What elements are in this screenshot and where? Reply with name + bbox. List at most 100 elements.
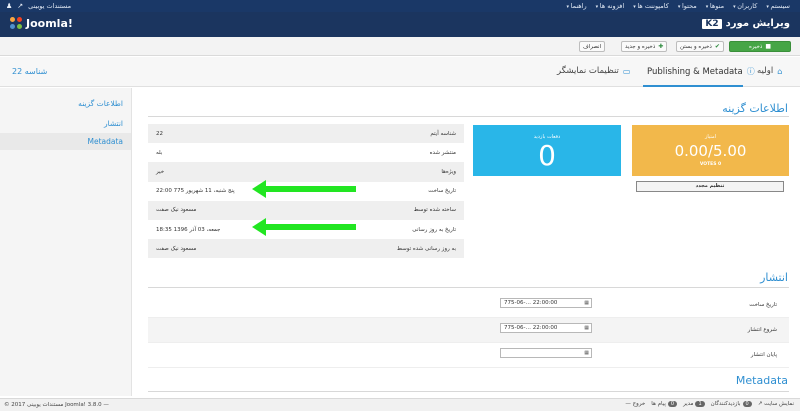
copyright-text: © 2017 مستندات یوبینی Joomla! 3.8.0 — — [4, 402, 109, 408]
calendar-icon[interactable]: ▦ — [584, 300, 589, 306]
created-date-input[interactable]: 775-06-… 22:00:00 ▦ — [500, 298, 592, 308]
form-row-created: تاریخ ساخت 775-06-… 22:00:00 ▦ — [148, 293, 789, 318]
cell-value: بله — [156, 149, 163, 156]
rating-caption: امتیاز — [704, 134, 717, 140]
tab-basic[interactable]: اولیه ⌂ — [757, 66, 782, 76]
cell-label: ویژه‌ها — [441, 168, 456, 175]
tab-publishing-label: Publishing & Metadata — [647, 66, 743, 77]
publish-up-label: شروع انتشار — [747, 327, 777, 333]
hits-value: 0 — [538, 139, 556, 172]
plus-icon: ✚ — [658, 43, 664, 50]
save-label: ذخیره — [748, 43, 763, 50]
menu-help[interactable]: راهنما — [566, 2, 587, 10]
check-icon: ✔ — [714, 43, 720, 50]
menu-menus[interactable]: منوها — [706, 2, 724, 10]
admins-count[interactable]: 1مدیر — [683, 401, 705, 407]
cell-value: پنج شنبه، 11 شهریور 775 22:00 — [156, 188, 235, 195]
annotation-arrow-modified — [252, 218, 356, 236]
save-close-button[interactable]: ذخیره و بستن ✔ — [676, 41, 724, 52]
header: Joomla! K2 ویرایش مورد — [0, 12, 800, 37]
menu-extensions[interactable]: افزونه ها — [596, 2, 624, 10]
cancel-button[interactable]: انصراف — [579, 41, 606, 52]
calendar-icon[interactable]: ▦ — [584, 325, 589, 331]
joomla-logo[interactable]: Joomla! — [10, 17, 73, 30]
table-row: بله منتشر شده — [148, 143, 464, 162]
cell-label: منتشر شده — [429, 149, 456, 156]
admins-badge: 1 — [695, 401, 705, 407]
messages-count[interactable]: 0پیام ها — [651, 401, 678, 407]
admin-topbar: ♟ ↗ مستندات یوبینی سیستم کاربران منوها م… — [0, 0, 800, 12]
divider — [148, 287, 789, 288]
calendar-icon[interactable]: ▦ — [584, 350, 589, 356]
publish-up-input[interactable]: 775-06-… 22:00:00 ▦ — [500, 323, 592, 333]
tab-basic-label: اولیه — [757, 66, 774, 76]
publish-down-label: پایان انتشار — [750, 352, 777, 358]
view-site-label: نمایش سایت — [764, 401, 794, 407]
messages-badge: 0 — [667, 401, 678, 407]
view-site-link[interactable]: نمایش سایت ↗ — [758, 401, 794, 407]
sidebar-item-metadata[interactable]: Metadata — [0, 133, 131, 150]
visitors-count[interactable]: 0بازدیدکنندگان — [711, 401, 752, 407]
cancel-label: انصراف — [583, 43, 602, 50]
cell-label: شناسه آیتم — [430, 130, 456, 137]
tabs-bar: شناسه 22 تنظیمات نمایشگر ▭ Publishing & … — [0, 57, 800, 87]
menu-users[interactable]: کاربران — [733, 2, 757, 10]
logo-text: Joomla! — [26, 17, 73, 30]
page-title: K2 ویرایش مورد — [702, 18, 790, 29]
cell-label: تاریخ به روز رسانی — [412, 226, 456, 233]
created-date-value: 775-06-… 22:00:00 — [504, 300, 558, 306]
sidebar-item-info[interactable]: اطلاعات گزینه — [78, 99, 123, 108]
cell-value: جمعه، 03 آذر 1396 18:35 — [156, 226, 221, 233]
section-title-publishing: انتشار — [760, 271, 788, 284]
user-icon: ♟ — [6, 2, 13, 10]
section-title-metadata: Metadata — [735, 374, 788, 387]
visitors-badge: 0 — [742, 401, 752, 407]
save-icon: ■ — [765, 43, 772, 50]
menu-components[interactable]: کامپوننت ها — [633, 2, 669, 10]
save-new-button[interactable]: ذخیره و جدید ✚ — [621, 41, 668, 52]
menu-system[interactable]: سیستم — [766, 2, 791, 10]
save-close-label: ذخیره و بستن — [680, 43, 712, 50]
user-menu[interactable]: ♟ ↗ مستندات یوبینی — [6, 2, 71, 10]
external-link-icon[interactable]: ↗ — [17, 2, 23, 10]
cell-label: به روز رسانی شده توسط — [396, 245, 456, 252]
save-button[interactable]: ذخیره ■ — [729, 41, 791, 52]
sidebar-item-publishing[interactable]: انتشار — [104, 119, 123, 128]
messages-label: پیام ها — [651, 401, 666, 407]
toolbar: انصراف ذخیره و جدید ✚ ذخیره و بستن ✔ ذخی… — [0, 37, 800, 56]
tab-display-label: تنظیمات نمایشگر — [557, 66, 619, 76]
publish-down-input[interactable]: ▦ — [500, 348, 592, 358]
user-name[interactable]: مستندات یوبینی — [28, 2, 71, 10]
tab-display-settings[interactable]: تنظیمات نمایشگر ▭ — [557, 66, 630, 76]
main-menu: سیستم کاربران منوها محتوا کامپوننت ها اف… — [566, 2, 790, 10]
votes-count: VOTES 0 — [699, 162, 722, 167]
menu-content[interactable]: محتوا — [678, 2, 697, 10]
form-row-publish-down: پایان انتشار ▦ — [148, 343, 789, 368]
table-row: مسعود نیک صفت ساخته شده توسط — [148, 200, 464, 220]
status-bar: © 2017 مستندات یوبینی Joomla! 3.8.0 — نم… — [0, 398, 800, 411]
created-date-label: تاریخ ساخت — [749, 302, 777, 308]
item-id-label: شناسه 22 — [12, 67, 48, 76]
status-links: نمایش سایت ↗ 0بازدیدکنندگان 1مدیر 0پیام … — [625, 401, 794, 407]
cell-value: 22 — [156, 130, 163, 137]
info-icon: ⓘ — [746, 67, 755, 76]
logout-link[interactable]: خروج — — [625, 401, 645, 407]
reset-rating-button[interactable]: تنظیم مجدد — [636, 181, 784, 192]
joomla-mark-icon — [10, 17, 23, 30]
table-row: 22 شناسه آیتم — [148, 124, 464, 144]
form-row-publish-up: شروع انتشار 775-06-… 22:00:00 ▦ — [148, 318, 789, 343]
divider — [148, 391, 789, 392]
tab-publishing-metadata[interactable]: Publishing & Metadata ⓘ — [647, 66, 755, 77]
visitors-label: بازدیدکنندگان — [710, 401, 741, 407]
sidebar: اطلاعات گزینه انتشار Metadata — [0, 88, 132, 396]
rating-value: 0.00/5.00 — [674, 142, 747, 160]
annotation-arrow-created — [252, 180, 356, 198]
save-new-label: ذخیره و جدید — [625, 43, 656, 50]
table-row: خیر ویژه‌ها — [148, 162, 464, 182]
admins-label: مدیر — [683, 401, 694, 407]
rating-card: امتیاز 0.00/5.00 VOTES 0 — [632, 125, 789, 176]
cell-label: ساخته شده توسط — [413, 207, 456, 214]
cell-value: مسعود نیک صفت — [156, 207, 197, 214]
publish-up-value: 775-06-… 22:00:00 — [504, 325, 558, 331]
home-icon: ⌂ — [777, 66, 783, 76]
